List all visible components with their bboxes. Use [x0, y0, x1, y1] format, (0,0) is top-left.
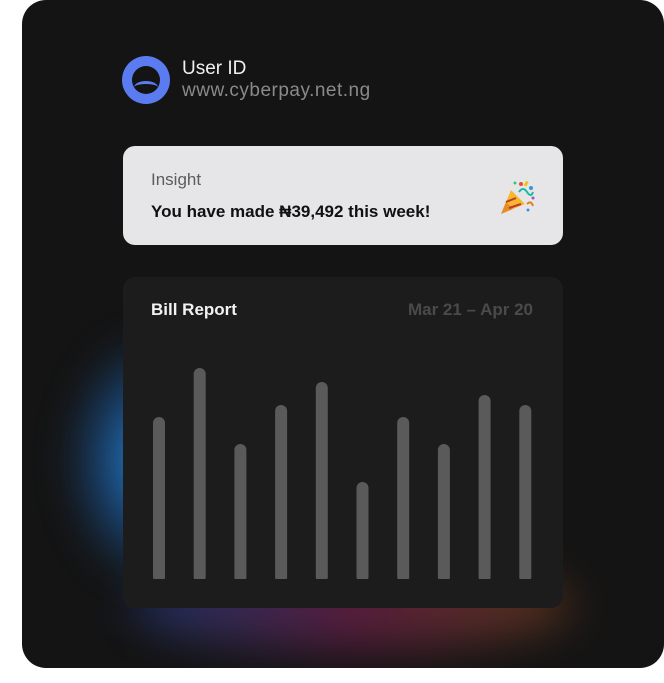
chart-bar[interactable] [153, 417, 165, 583]
bill-report-card: Bill Report Mar 21 – Apr 20 [123, 277, 563, 608]
insight-card: Insight You have made ₦39,492 this week! [123, 146, 563, 245]
bill-report-chart [123, 368, 563, 589]
chart-bar[interactable] [315, 382, 328, 583]
chart-bar[interactable] [478, 395, 491, 583]
user-id-label: User ID [182, 58, 247, 79]
chart-bar[interactable] [234, 444, 247, 583]
cyberpay-card: User ID www.cyberpay.net.ng Insight You … [22, 0, 664, 668]
party-popper-icon [501, 180, 535, 214]
chart-baseline-mask [123, 579, 563, 589]
cyberpay-logo-icon [122, 56, 170, 104]
chart-bar[interactable] [275, 405, 288, 583]
insight-message: You have made ₦39,492 this week! [151, 202, 431, 221]
user-profile: User ID www.cyberpay.net.ng [122, 56, 371, 104]
chart-bar[interactable] [437, 444, 450, 583]
chart-bar[interactable] [397, 417, 410, 583]
chart-bar[interactable] [519, 405, 532, 583]
insight-label: Insight [151, 170, 202, 189]
website-link[interactable]: www.cyberpay.net.ng [182, 80, 371, 102]
chart-bar[interactable] [356, 482, 369, 583]
chart-bar[interactable] [193, 368, 206, 583]
